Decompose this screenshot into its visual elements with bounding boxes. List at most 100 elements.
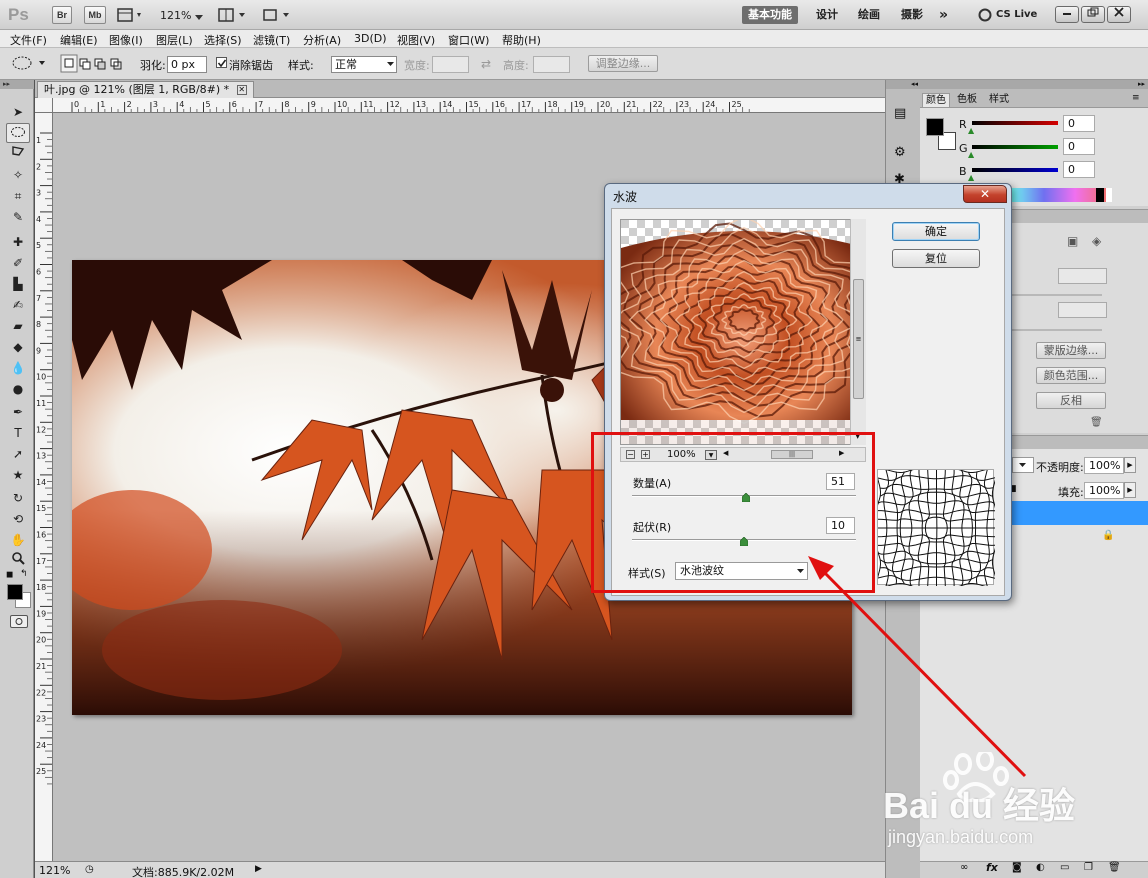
dodge-tool-icon[interactable]: ● [6,379,30,399]
spot-healing-tool-icon[interactable]: ✚ [6,232,30,252]
history-panel-icon[interactable]: ▤ [894,106,906,121]
menu-window[interactable]: 窗口(W) [448,32,489,48]
history-brush-tool-icon[interactable]: ✍ [6,295,30,315]
fg-color-chip[interactable] [926,118,944,136]
feather-mask-slider[interactable] [1012,329,1102,331]
move-tool-icon[interactable]: ➤ [6,102,30,122]
adjustments-panel-icon[interactable]: ⚙ [894,145,906,160]
type-tool-icon[interactable]: T [6,423,30,443]
channel-r-thumb-icon[interactable]: ▲ [968,126,974,135]
workspace-essentials[interactable]: 基本功能 [742,6,798,24]
quick-mask-icon[interactable] [10,615,28,628]
vertical-ruler[interactable]: 1 2 3 4 5 6 7 8 9 10 11 12 13 14 15 16 17 18 19 20 21 22 23 24 2… [35,113,53,861]
mask-edge-button[interactable]: 蒙版边缘... [1036,342,1106,359]
crop-tool-icon[interactable]: ⌗ [6,186,30,206]
blend-mode-select[interactable] [1012,457,1034,473]
mini-bridge-button[interactable]: Mb [84,6,106,24]
view-extras-dropdown[interactable] [117,7,145,23]
add-mask-icon[interactable]: ◙ [1012,862,1022,873]
menu-view[interactable]: 视图(V) [397,32,435,48]
status-arrow-icon[interactable]: ▶ [255,864,262,874]
pen-tool-icon[interactable]: ✒ [6,402,30,422]
status-zoom[interactable]: 121% [39,864,70,877]
black-ramp-chip[interactable] [1096,188,1104,202]
document-tab[interactable]: 叶.jpg @ 121% (图层 1, RGB/8#) * ✕ [37,81,254,98]
status-info-icon[interactable]: ◷ [85,864,94,875]
dock-expand-icon[interactable]: ◂◂ [886,80,921,89]
close-document-icon[interactable]: ✕ [236,85,247,95]
minimize-button[interactable] [1055,6,1079,23]
workspace-photography[interactable]: 摄影 [895,6,929,24]
layer-row-background[interactable] [1008,525,1148,549]
elliptical-marquee-tool-icon[interactable] [6,123,30,143]
horizontal-ruler[interactable]: 0 1 2 3 4 5 6 7 8 9 10 11 12 13 14 15 16 17 18 19 20 21 22 23 24… [53,98,885,113]
paint-bucket-tool-icon[interactable]: ◆ [6,337,30,357]
close-button[interactable] [1107,6,1131,23]
foreground-color-swatch[interactable] [7,584,23,600]
arrange-documents-dropdown[interactable] [218,7,248,23]
workspace-painting[interactable]: 绘画 [852,6,886,24]
menu-filter[interactable]: 滤镜(T) [253,32,290,48]
pixel-mask-icon[interactable]: ▣ [1067,234,1078,248]
swap-icon[interactable]: ⇄ [481,57,491,71]
menu-edit[interactable]: 编辑(E) [60,32,98,48]
new-layer-icon[interactable]: ❐ [1084,862,1093,873]
clone-stamp-tool-icon[interactable]: ▙ [6,274,30,294]
feather-mask-input[interactable] [1058,302,1107,318]
style-select[interactable]: 正常 [331,56,397,73]
new-group-icon[interactable]: ▭ [1060,862,1069,873]
menu-help[interactable]: 帮助(H) [502,32,541,48]
more-workspaces-button[interactable]: » [933,6,954,24]
path-selection-tool-icon[interactable]: ➚ [6,444,30,464]
zoom-dropdown-arrow-icon[interactable] [195,11,203,24]
brush-tool-icon[interactable]: ✐ [6,253,30,273]
shape-tool-icon[interactable]: ★ [6,465,30,485]
lasso-tool-icon[interactable] [6,144,30,164]
zoom-tool-icon[interactable] [6,551,30,571]
menu-image[interactable]: 图像(I) [109,32,143,48]
quick-selection-tool-icon[interactable]: ✧ [6,165,30,185]
panels-collapse-icon[interactable]: ▸▸ [920,80,1148,89]
menu-layer[interactable]: 图层(L) [156,32,193,48]
fill-arrow-icon[interactable]: ▶ [1124,482,1136,498]
layer-row-selected[interactable] [1008,501,1148,525]
feather-input[interactable]: 0 px [167,56,207,73]
channel-g-input[interactable]: 0 [1063,138,1095,155]
default-colors-icon[interactable]: ◼ [6,570,13,580]
channel-g-thumb-icon[interactable]: ▲ [968,150,974,159]
zoom-level-display[interactable]: 121% [160,9,191,22]
channel-b-slider[interactable] [972,168,1058,172]
screen-mode-dropdown[interactable] [262,7,292,23]
density-slider[interactable] [1012,294,1102,296]
3d-orbit-tool-icon[interactable]: ⟲ [6,509,30,529]
color-panel-menu-icon[interactable]: ≡ [1132,93,1140,103]
link-layers-icon[interactable]: ∞ [960,862,968,873]
adjustment-layer-icon[interactable]: ◐ [1036,862,1045,873]
eyedropper-tool-icon[interactable]: ✎ [6,207,30,227]
delete-mask-icon[interactable]: 🗑 [1090,417,1103,428]
opacity-input[interactable]: 100% [1084,457,1124,474]
tab-styles[interactable]: 样式 [986,93,1012,107]
dialog-close-button[interactable]: ✕ [963,185,1007,203]
color-range-button[interactable]: 颜色范围... [1036,367,1106,384]
vector-mask-icon[interactable]: ◈ [1092,234,1101,248]
channel-b-thumb-icon[interactable]: ▲ [968,173,974,182]
layer-style-icon[interactable]: fx [986,861,998,874]
blur-tool-icon[interactable]: 💧 [6,358,30,378]
menu-3d[interactable]: 3D(D) [354,32,387,45]
eraser-tool-icon[interactable]: ▰ [6,316,30,336]
tab-color[interactable]: 颜色 [922,93,950,107]
density-input[interactable] [1058,268,1107,284]
tab-swatches[interactable]: 色板 [954,93,980,107]
invert-button[interactable]: 反相 [1036,392,1106,409]
preview-vertical-scrollbar[interactable]: ≡ ▼ [850,219,866,445]
swap-colors-icon[interactable]: ↰ [20,569,28,579]
3d-rotate-tool-icon[interactable]: ↻ [6,488,30,508]
channel-r-input[interactable]: 0 [1063,115,1095,132]
antialias-checkbox[interactable] [216,57,227,68]
opacity-arrow-icon[interactable]: ▶ [1124,457,1136,473]
height-input[interactable] [533,56,570,73]
channel-b-input[interactable]: 0 [1063,161,1095,178]
ok-button[interactable]: 确定 [892,222,980,241]
width-input[interactable] [432,56,469,73]
